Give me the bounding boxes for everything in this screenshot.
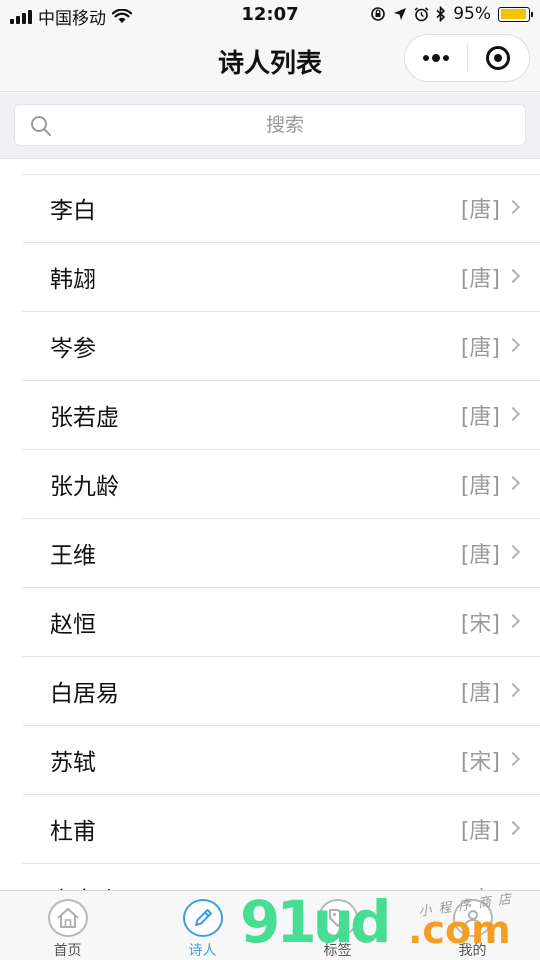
status-bar: 中国移动 12:07 95% xyxy=(0,0,540,30)
tab-home-label: 首页 xyxy=(53,943,82,959)
chevron-right-icon xyxy=(505,337,521,353)
search-area xyxy=(0,93,540,159)
target-icon xyxy=(486,46,511,70)
status-right: 95% xyxy=(370,4,533,24)
poet-name: 赵恒 xyxy=(50,612,96,638)
poet-name: 韩翃 xyxy=(50,267,96,293)
more-menu-button[interactable] xyxy=(405,35,467,81)
tab-home[interactable]: 首页 xyxy=(0,891,135,960)
poet-name: 苏轼 xyxy=(50,750,96,776)
chevron-right-icon xyxy=(505,751,521,767)
poet-name: 李商隐 xyxy=(50,881,119,890)
bluetooth-icon xyxy=(436,6,446,22)
poet-list-item[interactable]: 苏轼 [宋] xyxy=(22,726,540,795)
home-icon xyxy=(47,899,88,937)
poet-name: 王维 xyxy=(50,543,96,569)
tab-poets-label: 诗人 xyxy=(188,943,217,959)
chevron-right-icon xyxy=(505,682,521,698)
poet-dynasty: [唐] xyxy=(460,474,500,499)
poet-name: 岑参 xyxy=(50,336,96,362)
alarm-icon xyxy=(414,6,429,21)
poet-dynasty: [唐] xyxy=(461,882,500,890)
battery-percent: 95% xyxy=(453,4,491,24)
more-dots-icon xyxy=(422,54,449,62)
poet-list-item[interactable]: 岑参 [唐] xyxy=(22,312,540,381)
poet-list-item[interactable]: 李商隐 [唐] xyxy=(22,864,540,890)
poet-list-item[interactable]: 杜甫 [唐] xyxy=(22,795,540,864)
tab-mine[interactable]: 我的 xyxy=(405,891,540,960)
search-icon xyxy=(31,116,51,136)
battery-icon xyxy=(498,6,533,22)
close-mini-program-button[interactable] xyxy=(467,35,529,81)
poet-dynasty: [唐] xyxy=(460,819,500,844)
pen-icon xyxy=(182,899,223,937)
poet-list-item[interactable]: 白居易 [唐] xyxy=(22,657,540,726)
poet-dynasty: [唐] xyxy=(460,198,500,223)
poet-name: 张九龄 xyxy=(50,474,119,500)
poet-dynasty: [唐] xyxy=(460,543,500,568)
navigation-bar: 诗人列表 xyxy=(0,30,540,92)
poet-name: 张若虚 xyxy=(50,405,119,431)
tag-icon xyxy=(317,899,358,937)
poet-list-item[interactable]: 李白 [唐] xyxy=(22,174,540,243)
location-icon xyxy=(394,8,407,20)
poet-name: 白居易 xyxy=(50,681,119,707)
tab-tags-label: 标签 xyxy=(323,943,352,959)
mini-program-capsule xyxy=(404,34,530,82)
battery-fill xyxy=(500,9,527,19)
tab-tags[interactable]: 标签 xyxy=(270,891,405,960)
poet-dynasty: [宋] xyxy=(460,612,500,637)
chevron-right-icon xyxy=(505,613,521,629)
poet-list-item[interactable]: 韩翃 [唐] xyxy=(22,243,540,312)
poet-dynasty: [唐] xyxy=(460,267,500,292)
chevron-right-icon xyxy=(505,820,521,836)
poet-list-item[interactable]: 赵恒 [宋] xyxy=(22,588,540,657)
poet-dynasty: [唐] xyxy=(460,681,500,706)
poet-name: 李白 xyxy=(50,198,96,224)
chevron-right-icon xyxy=(505,475,521,491)
chevron-right-icon xyxy=(505,544,521,560)
tab-mine-label: 我的 xyxy=(458,943,487,959)
tab-poets[interactable]: 诗人 xyxy=(135,891,270,960)
chevron-right-icon xyxy=(505,406,521,422)
poet-dynasty: [宋] xyxy=(460,750,500,775)
poet-dynasty: [唐] xyxy=(460,405,500,430)
chevron-right-icon xyxy=(505,268,521,284)
poet-list-item[interactable]: 王维 [唐] xyxy=(22,519,540,588)
chevron-right-icon xyxy=(505,199,521,215)
poet-list: 李白 [唐] 韩翃 [唐] 岑参 [唐] 张若虚 [唐] 张九龄 [唐] 王维 [唐] 赵恒 [宋] 白居易… xyxy=(0,174,540,890)
poet-list-item[interactable]: 张若虚 [唐] xyxy=(22,381,540,450)
search-box[interactable] xyxy=(14,104,526,146)
poet-name: 杜甫 xyxy=(50,819,96,845)
tab-bar: 首页 诗人 标签 我的 xyxy=(0,890,540,960)
search-input[interactable] xyxy=(65,105,505,145)
poet-list-item[interactable]: 张九龄 [唐] xyxy=(22,450,540,519)
poet-dynasty: [唐] xyxy=(460,336,500,361)
orientation-lock-icon xyxy=(371,7,386,21)
user-icon xyxy=(452,899,493,937)
